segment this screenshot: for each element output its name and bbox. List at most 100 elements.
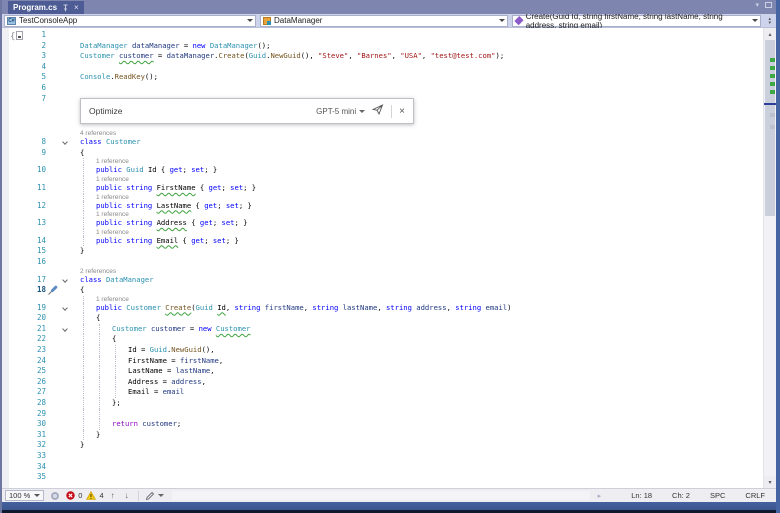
code-text[interactable]: public string FirstName { get; set; }	[72, 183, 256, 194]
pin-icon[interactable]	[62, 4, 69, 12]
code-editor[interactable]: {12DataManager dataManager = new DataMan…	[2, 28, 776, 488]
code-text[interactable]	[72, 472, 80, 483]
code-text[interactable]: Console.ReadKey();	[72, 72, 158, 83]
indent-guide	[115, 356, 116, 367]
inline-chat-box[interactable]: Optimize GPT-5 mini ×	[80, 98, 414, 124]
code-text[interactable]: FirstName = firstName,	[72, 356, 223, 367]
indent-guide	[83, 236, 84, 247]
scroll-up-icon[interactable]: ▴	[764, 28, 776, 40]
navigation-bar: C# TestConsoleApp DataManager Create(Gui…	[2, 14, 776, 28]
code-text[interactable]	[72, 83, 80, 94]
member-dropdown[interactable]: Create(Guid Id, string firstName, string…	[512, 15, 761, 27]
codelens-references-link[interactable]: 4 references	[80, 130, 116, 137]
codelens-references-link[interactable]: 1 reference	[96, 176, 129, 183]
code-text[interactable]: LastName = lastName,	[72, 366, 215, 377]
code-text[interactable]: public string Address { get; set; }	[72, 218, 247, 229]
window-icon[interactable]	[765, 2, 772, 8]
spaces-toggle[interactable]: SPC	[710, 491, 725, 500]
code-text[interactable]: Customer customer = dataManager.Create(G…	[72, 51, 504, 62]
code-text[interactable]: };	[72, 398, 121, 409]
code-text[interactable]	[72, 30, 80, 41]
codelens-references-link[interactable]: 1 reference	[96, 194, 129, 201]
indent-guide	[99, 366, 100, 377]
send-icon[interactable]	[372, 102, 384, 120]
action-margin	[46, 430, 58, 441]
code-text[interactable]: public string LastName { get; set; }	[72, 201, 252, 212]
code-text[interactable]: }	[72, 440, 84, 451]
line-number: 23	[28, 345, 46, 356]
action-margin	[46, 334, 58, 345]
eol-toggle[interactable]: CRLF	[745, 491, 765, 500]
code-text[interactable]: public string Email { get; set; }	[72, 236, 239, 247]
code-text[interactable]: public Customer Create(Guid Id, string f…	[72, 303, 512, 314]
document-well-dropdown-icon[interactable]: ▾	[755, 1, 759, 9]
codelens-references-link[interactable]: 1 reference	[96, 296, 129, 303]
code-text[interactable]: DataManager dataManager = new DataManage…	[72, 41, 270, 52]
code-fix-button[interactable]	[145, 491, 164, 501]
health-indicator-icon[interactable]	[51, 492, 59, 500]
zoom-selector[interactable]: 100 %	[5, 490, 44, 501]
code-text[interactable]: Email = email	[72, 387, 184, 398]
code-text[interactable]: {	[72, 285, 84, 296]
margin	[2, 440, 28, 451]
code-text[interactable]: class Customer	[72, 137, 141, 148]
close-chat-icon[interactable]: ×	[399, 106, 405, 117]
code-text[interactable]	[72, 94, 80, 105]
code-text[interactable]: }	[72, 246, 84, 257]
collapse-chevron-icon[interactable]	[58, 137, 72, 148]
collapse-chevron-icon[interactable]	[58, 324, 72, 335]
code-text[interactable]: class DataManager	[72, 275, 154, 286]
type-dropdown[interactable]: DataManager	[260, 15, 508, 27]
code-text[interactable]: Address = address,	[72, 377, 206, 388]
collapse-chevron-icon[interactable]	[58, 275, 72, 286]
codelens-references-link[interactable]: 1 reference	[96, 229, 129, 236]
code-text[interactable]: {	[72, 148, 84, 159]
model-selector[interactable]: GPT-5 mini	[316, 107, 365, 116]
codelens-references-link[interactable]: 2 references	[80, 268, 116, 275]
code-text[interactable]	[72, 62, 80, 73]
hscroll-right-icon[interactable]: ▸	[598, 492, 602, 500]
chevron-down-icon	[34, 494, 40, 497]
split-window-button[interactable]: ▴▾	[768, 17, 771, 25]
margin	[2, 218, 28, 229]
code-text[interactable]: }	[72, 430, 100, 441]
code-text[interactable]: public Guid Id { get; set; }	[72, 165, 217, 176]
code-text[interactable]: Id = Guid.NewGuid(),	[72, 345, 215, 356]
codelens-references-link[interactable]: 1 reference	[96, 158, 129, 165]
indent-guide	[83, 211, 84, 218]
scroll-down-icon[interactable]: ▾	[764, 476, 776, 488]
outlining-margin	[58, 83, 72, 94]
error-count-group[interactable]: 0	[66, 491, 82, 500]
outlining-margin	[58, 462, 72, 473]
code-text[interactable]	[72, 451, 80, 462]
code-text[interactable]: {	[72, 334, 116, 345]
tab-program-cs[interactable]: Program.cs ×	[8, 1, 84, 14]
line-number: 15	[28, 246, 46, 257]
indent-guide	[99, 377, 100, 388]
outlining-margin	[58, 334, 72, 345]
code-text[interactable]	[72, 462, 80, 473]
margin	[2, 409, 28, 420]
next-issue-icon[interactable]: ↓	[122, 491, 132, 500]
margin	[2, 62, 28, 73]
codelens-references-link[interactable]: 1 reference	[96, 211, 129, 218]
vertical-scrollbar[interactable]: ▴ ▾	[763, 28, 776, 488]
margin	[2, 246, 28, 257]
code-text[interactable]	[72, 257, 80, 268]
code-text[interactable]: return customer;	[72, 419, 181, 430]
code-line: 13public string Address { get; set; }	[2, 218, 763, 229]
quick-actions-screwdriver-icon[interactable]	[46, 285, 58, 296]
line-number: 21	[28, 324, 46, 335]
project-dropdown[interactable]: C# TestConsoleApp	[4, 15, 256, 27]
collapse-chevron-icon[interactable]	[58, 303, 72, 314]
code-text[interactable]: {	[72, 313, 100, 324]
outlining-margin	[58, 41, 72, 52]
code-text[interactable]	[72, 409, 80, 420]
saved-change-mark	[770, 58, 775, 62]
warning-count-group[interactable]: 4	[86, 491, 103, 500]
code-line: 28};	[2, 398, 763, 409]
horizontal-scrollbar[interactable]	[172, 491, 590, 500]
previous-issue-icon[interactable]: ↑	[108, 491, 118, 500]
inline-chat-input[interactable]: Optimize	[89, 106, 309, 116]
close-tab-icon[interactable]: ×	[74, 4, 79, 12]
